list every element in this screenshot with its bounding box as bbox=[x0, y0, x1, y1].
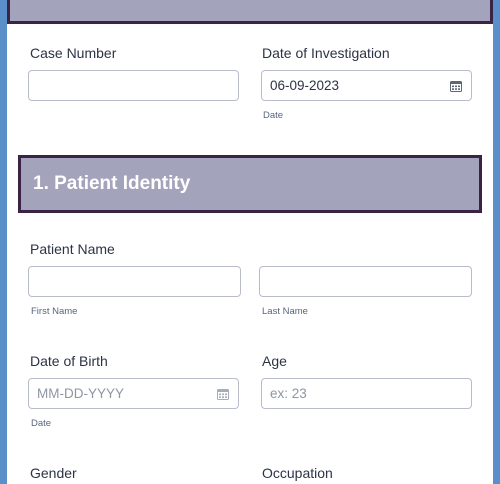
calendar-icon[interactable] bbox=[217, 388, 229, 400]
age-placeholder: ex: 23 bbox=[270, 386, 307, 401]
investigation-date-value: 06-09-2023 bbox=[270, 78, 340, 93]
case-number-label: Case Number bbox=[30, 45, 117, 61]
investigation-date-sublabel: Date bbox=[263, 110, 284, 121]
section-header-patient-identity: 1. Patient Identity bbox=[18, 155, 482, 213]
age-input[interactable]: ex: 23 bbox=[261, 378, 472, 409]
dob-sublabel: Date bbox=[31, 418, 52, 429]
last-name-input[interactable] bbox=[259, 266, 472, 297]
case-number-input[interactable] bbox=[28, 70, 239, 101]
dob-placeholder: MM-DD-YYYY bbox=[37, 386, 124, 401]
first-name-sublabel: First Name bbox=[31, 306, 78, 317]
header-bar bbox=[7, 0, 493, 24]
occupation-label: Occupation bbox=[262, 465, 333, 481]
calendar-icon[interactable] bbox=[450, 80, 462, 92]
section-title: 1. Patient Identity bbox=[33, 173, 191, 194]
form-page: Case Number Date of Investigation 06-09-… bbox=[7, 0, 493, 484]
gender-label: Gender bbox=[30, 465, 77, 481]
investigation-date-input[interactable]: 06-09-2023 bbox=[261, 70, 472, 101]
age-label: Age bbox=[262, 353, 287, 369]
patient-name-label: Patient Name bbox=[30, 241, 115, 257]
dob-label: Date of Birth bbox=[30, 353, 108, 369]
first-name-input[interactable] bbox=[28, 266, 241, 297]
dob-input[interactable]: MM-DD-YYYY bbox=[28, 378, 239, 409]
investigation-date-label: Date of Investigation bbox=[262, 45, 390, 61]
last-name-sublabel: Last Name bbox=[262, 306, 308, 317]
